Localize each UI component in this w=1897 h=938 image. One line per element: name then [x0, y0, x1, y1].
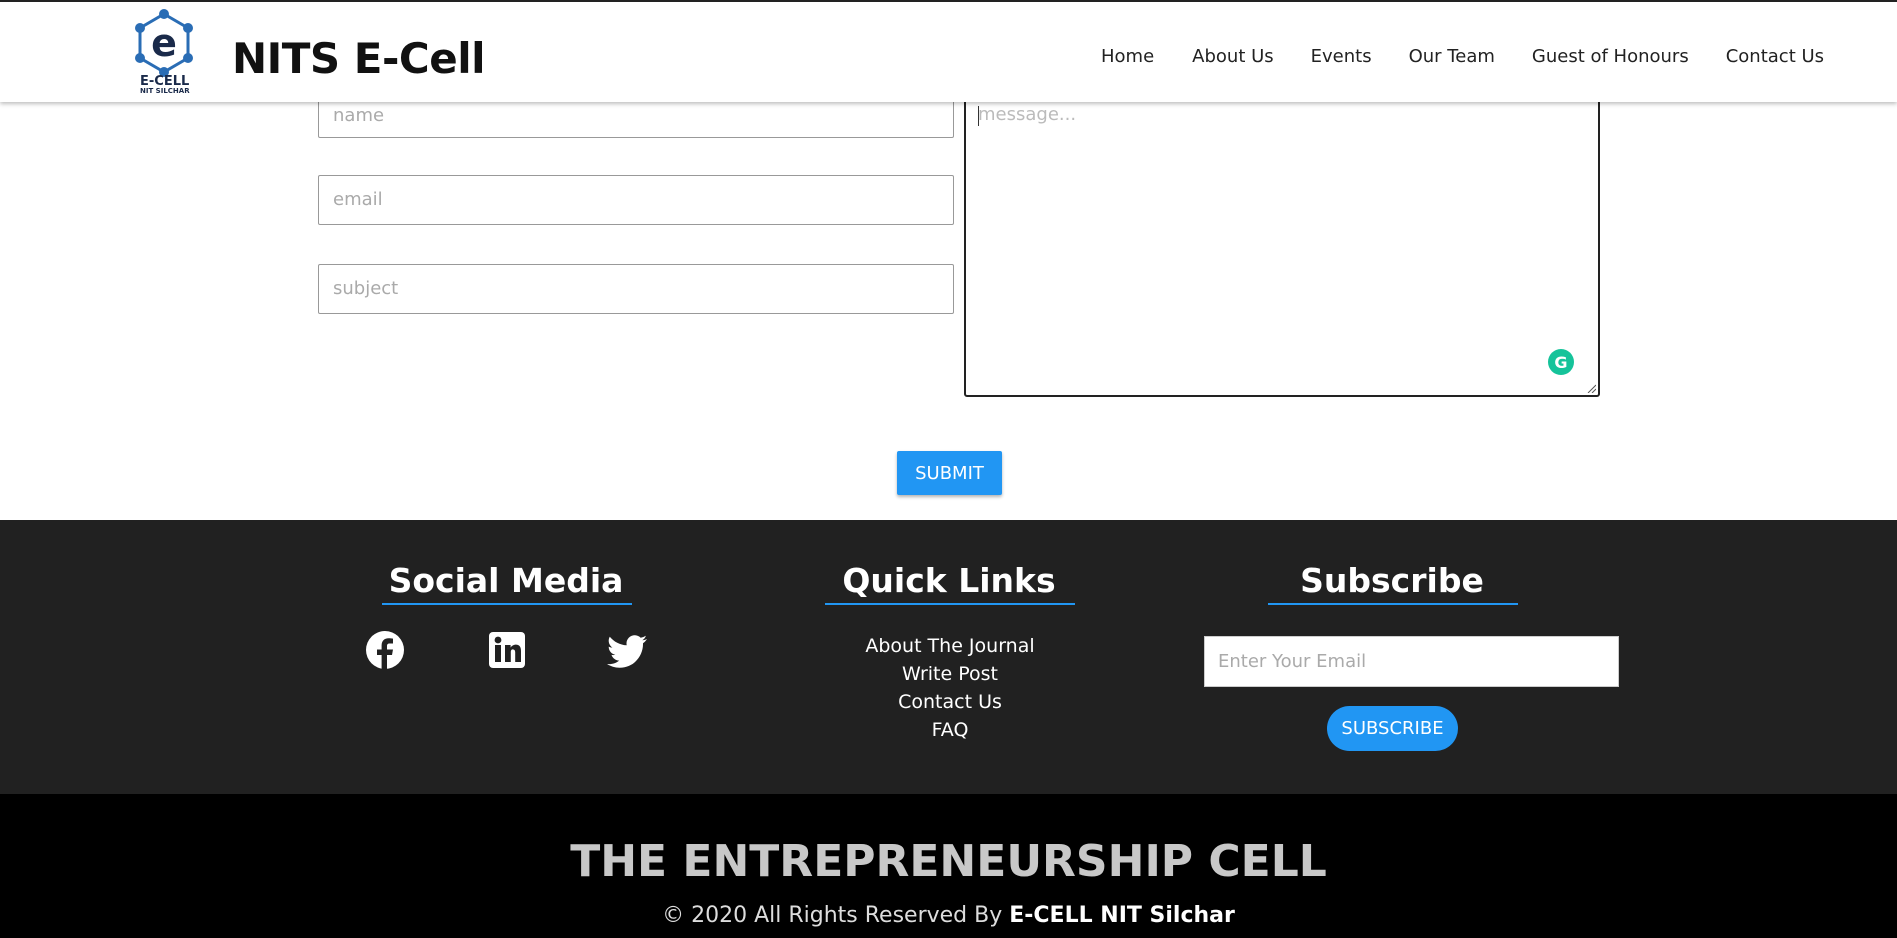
- subscribe-email-input[interactable]: Enter Your Email: [1204, 636, 1619, 687]
- facebook-icon[interactable]: [365, 630, 405, 670]
- svg-text:e: e: [151, 21, 177, 65]
- social-media-underline: [382, 603, 632, 605]
- brand-title[interactable]: NITS E-Cell: [232, 34, 486, 83]
- twitter-icon[interactable]: [607, 632, 647, 672]
- copyright: © 2020 All Rights Reserved By E-CELL NIT…: [0, 903, 1897, 928]
- message-placeholder: message...: [978, 104, 1077, 125]
- quick-link-about-journal[interactable]: About The Journal: [700, 635, 1200, 657]
- nav-home[interactable]: Home: [1101, 46, 1154, 67]
- nav-guest-of-honours[interactable]: Guest of Honours: [1532, 46, 1689, 67]
- quick-link-faq[interactable]: FAQ: [700, 719, 1200, 741]
- subscribe-underline: [1268, 603, 1518, 605]
- quick-links-title: Quick Links: [842, 561, 1056, 600]
- message-textarea[interactable]: message... G: [964, 92, 1600, 397]
- linkedin-icon[interactable]: [487, 630, 527, 670]
- quick-links-underline: [825, 603, 1075, 605]
- nav-events[interactable]: Events: [1311, 46, 1372, 67]
- site-header: e E-CELL NIT SILCHAR NITS E-Cell Home Ab…: [0, 0, 1897, 102]
- copyright-owner: E-CELL NIT Silchar: [1009, 903, 1235, 928]
- quick-link-write-post[interactable]: Write Post: [700, 663, 1200, 685]
- subject-input[interactable]: subject: [318, 264, 954, 314]
- grammarly-icon[interactable]: G: [1548, 349, 1574, 375]
- nav-contact-us[interactable]: Contact Us: [1726, 46, 1824, 67]
- subscribe-title: Subscribe: [1300, 561, 1484, 600]
- logo-subtext: NIT SILCHAR: [140, 87, 190, 95]
- social-media-title: Social Media: [388, 561, 624, 600]
- nav-about-us[interactable]: About Us: [1192, 46, 1274, 67]
- submit-button[interactable]: SUBMIT: [897, 451, 1002, 495]
- resize-handle-icon[interactable]: [1586, 383, 1596, 393]
- bottom-title: THE ENTREPRENEURSHIP CELL: [570, 836, 1327, 887]
- nav-our-team[interactable]: Our Team: [1409, 46, 1495, 67]
- email-input[interactable]: email: [318, 175, 954, 225]
- text-caret: [978, 106, 979, 126]
- quick-link-contact-us[interactable]: Contact Us: [700, 691, 1200, 713]
- main-nav: Home About Us Events Our Team Guest of H…: [1101, 46, 1824, 67]
- copyright-text: © 2020 All Rights Reserved By: [662, 903, 1010, 928]
- subscribe-button[interactable]: SUBSCRIBE: [1327, 706, 1458, 751]
